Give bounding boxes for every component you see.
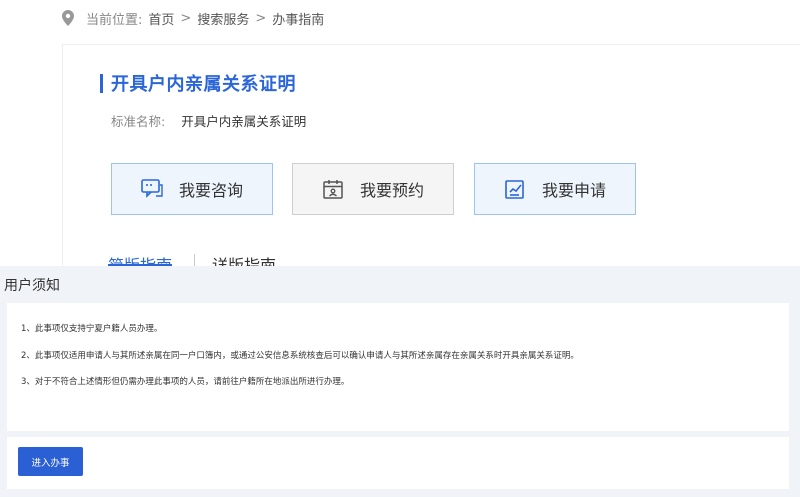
tab-detailed-guide[interactable]: 详版指南 [212,252,276,266]
guide-tabs: 简版指南 详版指南 [108,252,276,266]
breadcrumb-separator: > [255,10,267,26]
apply-button-label: 我要申请 [541,181,606,200]
notice-item: 2、此事项仅适用申请人与其所述亲属在同一户口簿内，或通过公安信息系统核查后可以确… [21,350,579,361]
page-title-wrap: 开具户内亲属关系证明 [100,70,296,96]
breadcrumb-separator: > [180,10,192,26]
standard-name-value: 开具户内亲属关系证明 [181,114,307,129]
standard-name: 标准名称: 开具户内亲属关系证明 [111,111,306,130]
title-accent-bar [100,73,103,93]
breadcrumb-item-search-service[interactable]: 搜索服务 [197,9,249,28]
edit-form-icon [505,180,524,199]
location-pin-icon [62,10,74,26]
breadcrumb-item-guide: 办事指南 [272,12,325,28]
notice-list: 1、此事项仅支持宁夏户籍人员办理。 2、此事项仅适用申请人与其所述亲属在同一户口… [21,323,579,403]
apply-button[interactable]: 我要申请 [474,163,636,215]
enter-service-button[interactable]: 进入办事 [18,447,83,476]
appointment-button-label: 我要预约 [359,181,424,200]
tab-simple-guide[interactable]: 简版指南 [108,252,173,266]
tab-divider [194,254,196,266]
notice-footer: 进入办事 [7,437,789,489]
consult-button[interactable]: 我要咨询 [111,163,273,215]
consult-button-label: 我要咨询 [178,181,243,200]
calendar-icon [323,180,343,199]
notice-item: 1、此事项仅支持宁夏户籍人员办理。 [21,324,163,334]
notice-item: 3、对于不符合上述情形但仍需办理此事项的人员，请前往户籍所在地派出所进行办理。 [21,377,350,387]
page-title: 开具户内亲属关系证明 [111,74,296,95]
breadcrumb-item-home[interactable]: 首页 [148,9,174,28]
breadcrumb-prefix: 当前位置: [86,12,143,28]
notice-content-box: 1、此事项仅支持宁夏户籍人员办理。 2、此事项仅适用申请人与其所述亲属在同一户口… [7,303,789,431]
standard-name-label: 标准名称: [111,114,166,129]
breadcrumb: 当前位置: 首页 > 搜索服务 > 办事指南 [62,7,324,29]
notice-title: 用户须知 [4,278,60,294]
chat-icon [141,179,163,198]
user-notice-panel: 用户须知 1、此事项仅支持宁夏户籍人员办理。 2、此事项仅适用申请人与其所述亲属… [0,266,800,497]
appointment-button[interactable]: 我要预约 [292,163,454,215]
